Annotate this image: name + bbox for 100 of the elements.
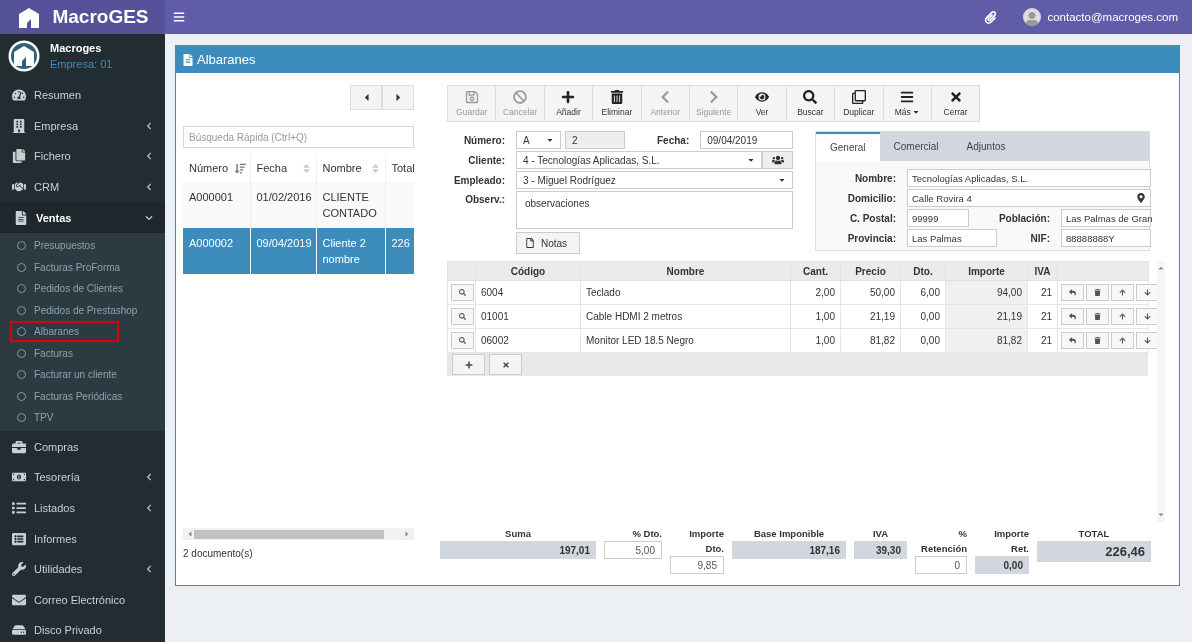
search-button[interactable] — [451, 308, 474, 325]
clients-button[interactable] — [762, 151, 793, 169]
province-field[interactable]: Las Palmas — [907, 229, 997, 247]
toolbar-button[interactable]: Ver — [737, 85, 787, 122]
delete-button[interactable] — [1086, 308, 1109, 325]
submenu-item[interactable]: Presupuestos — [10, 234, 136, 257]
sidebar-item[interactable]: Fichero — [0, 141, 165, 172]
move-down-button[interactable] — [1136, 308, 1159, 325]
field-label: Cliente: — [467, 154, 505, 166]
submenu-item[interactable]: Facturas — [10, 342, 113, 364]
map-pin-icon[interactable] — [1136, 193, 1146, 203]
table-cell[interactable]: 01/02/2016 — [250, 182, 316, 228]
undo-button[interactable] — [1061, 284, 1084, 301]
table-cell: 01001 — [475, 304, 581, 329]
sidebar-item[interactable]: Informes — [0, 523, 165, 554]
submenu-item[interactable]: TPV — [10, 406, 94, 429]
move-up-button[interactable] — [1111, 284, 1134, 301]
submenu-item[interactable]: Pedidos de Clientes — [10, 277, 163, 300]
table-cell: Cable HDMI 2 metros — [580, 304, 791, 329]
town-field[interactable]: Las Palmas de Gran — [1061, 209, 1151, 227]
sidebar-item[interactable]: Correo Electrónico — [0, 584, 165, 616]
sidebar-item[interactable]: Empresa — [0, 110, 165, 142]
remove-line-button[interactable] — [489, 354, 522, 375]
submenu-item[interactable]: Albaranes — [10, 320, 120, 343]
search-field[interactable]: Búsqueda Rápida (Ctrl+Q) — [183, 126, 414, 148]
toolbar-button[interactable]: Buscar — [785, 85, 836, 122]
address-field[interactable]: Calle Rovira 4 — [907, 189, 1151, 207]
table-cell[interactable]: 09/04/2019 — [250, 228, 316, 274]
sidebar-item[interactable]: CRM — [0, 171, 165, 203]
date-field[interactable]: 09/04/2019 — [700, 131, 793, 149]
delete-button[interactable] — [1086, 284, 1109, 301]
total-input[interactable]: 0 — [915, 556, 967, 574]
tab[interactable]: Comercial — [879, 132, 953, 161]
add-line-button[interactable] — [452, 354, 485, 375]
series-select[interactable]: A — [516, 131, 561, 149]
postal-code-field[interactable]: 99999 — [907, 209, 969, 227]
toolbar-button[interactable]: Añadir — [543, 85, 594, 122]
user-email[interactable]: contacto@macroges.com — [1047, 11, 1178, 23]
submenu-item[interactable]: Facturas ProForma — [10, 256, 161, 278]
sidebar-item[interactable]: Disco Privado — [0, 615, 165, 642]
table-cell[interactable]: A000001 — [183, 182, 250, 228]
total-input[interactable]: 5,00 — [604, 541, 662, 559]
submenu-item[interactable]: Pedidos de Prestashop — [10, 299, 165, 321]
move-down-button[interactable] — [1136, 332, 1159, 349]
caret-right-icon[interactable] — [403, 530, 411, 538]
undo-button[interactable] — [1061, 332, 1084, 349]
tax-id-field[interactable]: 88888888Y — [1061, 229, 1151, 247]
notes-textarea[interactable]: observaciones — [516, 191, 793, 229]
undo-button[interactable] — [1061, 308, 1084, 325]
horizontal-scrollbar[interactable] — [183, 528, 414, 540]
sidebar-item[interactable]: Ventas — [0, 202, 165, 233]
search-icon — [459, 337, 466, 344]
table-cell[interactable]: A000002 — [183, 228, 250, 274]
table-cell[interactable]: 226 — [385, 228, 414, 274]
tab[interactable]: Adjuntos — [952, 132, 1020, 161]
move-up-button[interactable] — [1111, 308, 1134, 325]
column-header: Código — [475, 261, 581, 281]
toolbar-icon — [513, 90, 528, 104]
tab[interactable]: General — [816, 132, 880, 161]
search-button[interactable] — [451, 332, 474, 349]
sidebar-icon — [12, 500, 28, 515]
toolbar-icon — [464, 90, 479, 104]
move-up-button[interactable] — [1111, 332, 1134, 349]
paperclip-icon[interactable] — [984, 10, 998, 24]
total-input[interactable]: 9,85 — [670, 556, 724, 574]
client-select[interactable]: 4 - Tecnologías Aplicadas, S.L. — [516, 151, 762, 169]
submenu-item[interactable]: Facturar un cliente — [10, 363, 157, 386]
move-down-button[interactable] — [1136, 284, 1159, 301]
search-button[interactable] — [451, 284, 474, 301]
sidebar-item[interactable]: Listados — [0, 492, 165, 524]
sidebar-item[interactable]: Compras — [0, 431, 165, 463]
table-cell[interactable]: Cliente 2 nombre — [316, 228, 385, 274]
toolbar-button[interactable]: Duplicar — [834, 85, 884, 122]
employee-select[interactable]: 3 - Miguel Rodríguez — [516, 171, 793, 189]
name-field[interactable]: Tecnologías Aplicadas, S.L. — [907, 169, 1151, 187]
submenu-item[interactable]: Facturas Periódicas — [10, 385, 163, 407]
column-header: Importe — [945, 261, 1028, 281]
toolbar-button[interactable]: Eliminar — [592, 85, 642, 122]
arrow-up-icon — [1119, 289, 1126, 296]
field-label: Empleado: — [452, 174, 505, 186]
field-label: Domicilio: — [846, 192, 896, 204]
caret-down-icon[interactable] — [1157, 511, 1165, 519]
caret-up-icon[interactable] — [1157, 264, 1165, 272]
number-field[interactable]: 2 — [565, 131, 625, 149]
sidebar-item[interactable]: Utilidades — [0, 553, 165, 585]
toolbar-button[interactable]: Cerrar — [930, 85, 981, 122]
vertical-scrollbar[interactable] — [1157, 261, 1165, 522]
menu-icon[interactable] — [173, 11, 185, 23]
chevron-icon — [145, 473, 153, 482]
plus-icon — [464, 360, 473, 369]
avatar-icon[interactable] — [1023, 8, 1042, 26]
sidebar-icon — [12, 118, 28, 133]
toolbar-button[interactable]: Más — [882, 85, 932, 122]
column-header: Dto. — [900, 261, 946, 281]
sidebar-item[interactable]: Resumen — [0, 80, 165, 111]
table-cell[interactable]: CLIENTE CONTADO — [316, 182, 385, 228]
delete-button[interactable] — [1086, 332, 1109, 349]
sidebar-item[interactable]: Tesorería — [0, 462, 165, 493]
caret-left-icon[interactable] — [186, 530, 194, 538]
notes-button[interactable]: Notas — [516, 232, 580, 254]
